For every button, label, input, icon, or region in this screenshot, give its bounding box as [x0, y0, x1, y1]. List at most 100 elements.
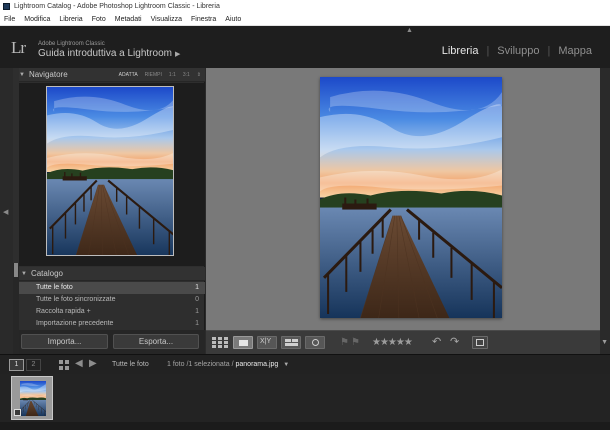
window-title: Lightroom Catalog - Adobe Photoshop Ligh… — [14, 3, 220, 10]
lightroom-app-icon — [3, 3, 10, 10]
catalog-list: Tutte le foto 1 Tutte le foto sincronizz… — [19, 282, 205, 330]
navigator-photo — [46, 86, 174, 256]
navigator-title: Navigatore — [28, 70, 68, 79]
import-button[interactable]: Importa... — [21, 334, 108, 349]
catalog-item-label: Raccolta rapida + — [36, 308, 91, 315]
rotate-left-icon[interactable]: ↶ — [432, 336, 441, 349]
left-panel: ▼ Navigatore ADATTA RIEMPI 1:1 3:1 ⇕ ▼ C… — [13, 68, 205, 354]
catalog-item-previous-import[interactable]: Importazione precedente 1 — [19, 318, 205, 330]
main-window-button[interactable]: 1 — [9, 359, 24, 371]
compare-view-icon: X|Y — [260, 338, 272, 345]
menu-bar: File Modifica Libreria Foto Metadati Vis… — [0, 13, 610, 26]
window-titlebar: Lightroom Catalog - Adobe Photoshop Ligh… — [0, 0, 610, 13]
menu-visualizza[interactable]: Visualizza — [151, 13, 182, 25]
navigator-collapse-icon: ▼ — [19, 71, 25, 78]
left-panel-edge[interactable]: ◀ — [0, 68, 13, 354]
catalog-name-text: Guida introduttiva a Lightroom — [38, 48, 172, 59]
zoom-more-icon[interactable]: ⇕ — [197, 72, 201, 78]
pier-photo-preview — [47, 87, 173, 255]
people-view-icon — [312, 339, 319, 346]
module-develop[interactable]: Sviluppo — [497, 45, 539, 57]
filmstrip-source[interactable]: Tutte le foto — [112, 361, 149, 368]
navigator-header[interactable]: ▼ Navigatore ADATTA RIEMPI 1:1 3:1 ⇕ — [19, 68, 205, 82]
filmstrip-thumbnail[interactable] — [11, 376, 53, 420]
grid-mode-icon[interactable] — [59, 360, 69, 370]
zoom-3-1[interactable]: 3:1 — [183, 72, 190, 78]
menu-metadati[interactable]: Metadati — [115, 13, 142, 25]
lightroom-window: Lightroom Catalog - Adobe Photoshop Ligh… — [0, 0, 610, 430]
bottom-edge — [0, 422, 610, 430]
filename-menu-icon[interactable]: ▼ — [283, 362, 289, 368]
secondary-window-button[interactable]: 2 — [26, 359, 41, 371]
catalog-title: Catalogo — [30, 269, 63, 278]
menu-file[interactable]: File — [4, 13, 15, 25]
crop-overlay-button[interactable] — [472, 336, 488, 349]
product-name: Adobe Lightroom Classic — [38, 41, 105, 47]
catalog-item-count: 1 — [195, 308, 199, 315]
library-toolbar: X|Y ⚑ ⚑ ★★★★★ ↶ ↷ ▼ — [206, 330, 608, 354]
lightroom-logo: Lr — [11, 38, 26, 57]
loupe-view-icon — [239, 340, 248, 346]
catalog-menu-icon: ▶ — [174, 51, 181, 58]
catalog-header[interactable]: ▼ Catalogo — [19, 267, 205, 281]
navigator-zoom-options: ADATTA RIEMPI 1:1 3:1 ⇕ — [112, 72, 201, 78]
menu-finestra[interactable]: Finestra — [191, 13, 216, 25]
loupe-view[interactable] — [206, 68, 600, 330]
menu-aiuto[interactable]: Aiuto — [225, 13, 241, 25]
forward-arrow-icon[interactable]: ▶ — [89, 358, 97, 369]
flag-pick-icon[interactable]: ⚑ — [340, 336, 349, 349]
back-arrow-icon[interactable]: ◀ — [75, 358, 83, 369]
main-photo[interactable] — [320, 77, 502, 318]
catalog-item-synced-photos[interactable]: Tutte le foto sincronizzate 0 — [19, 294, 205, 306]
filmstrip-info: 1 foto /1 selezionata / panorama.jpg ▼ — [167, 361, 289, 368]
catalog-name[interactable]: Guida introduttiva a Lightroom ▶ — [38, 48, 180, 59]
menu-foto[interactable]: Foto — [92, 13, 106, 25]
rotate-right-icon[interactable]: ↷ — [450, 336, 459, 349]
navigator-preview[interactable] — [19, 83, 205, 266]
catalog-item-label: Tutte le foto sincronizzate — [36, 296, 116, 303]
catalog-item-label: Tutte le foto — [36, 284, 73, 291]
thumbnail-image — [20, 381, 46, 416]
zoom-fill[interactable]: RIEMPI — [145, 72, 162, 78]
filmstrip-header: 1 2 ◀ ▶ Tutte le foto 1 foto /1 selezion… — [0, 354, 610, 374]
zoom-1-1[interactable]: 1:1 — [169, 72, 176, 78]
catalog-item-count: 0 — [195, 296, 199, 303]
selection-count: 1 foto /1 selezionata / — [167, 361, 234, 368]
thumbnail-badge-icon — [14, 409, 21, 416]
survey-view-button[interactable] — [281, 336, 301, 349]
zoom-fit[interactable]: ADATTA — [119, 72, 138, 78]
survey-view-icon-part — [285, 343, 298, 346]
catalog-item-all-photos[interactable]: Tutte le foto 1 — [19, 282, 205, 294]
menu-modifica[interactable]: Modifica — [24, 13, 50, 25]
toolbar-options-icon[interactable]: ▼ — [601, 339, 608, 346]
menu-libreria[interactable]: Libreria — [59, 13, 82, 25]
catalog-item-count: 1 — [195, 320, 199, 327]
catalog-item-quick-collection[interactable]: Raccolta rapida + 1 — [19, 306, 205, 318]
module-separator: | — [547, 45, 551, 57]
scrollbar-thumb[interactable] — [14, 263, 18, 277]
survey-view-icon — [285, 339, 291, 342]
grid-view-icon[interactable] — [212, 337, 228, 348]
module-map[interactable]: Mappa — [558, 45, 592, 57]
people-view-button[interactable] — [305, 336, 325, 349]
pier-thumbnail — [20, 381, 46, 416]
filmstrip[interactable] — [0, 374, 610, 422]
module-separator: | — [486, 45, 490, 57]
pier-photo — [320, 77, 502, 318]
selected-filename[interactable]: panorama.jpg — [236, 361, 279, 368]
catalog-collapse-icon: ▼ — [21, 270, 27, 277]
catalog-item-count: 1 — [195, 284, 199, 291]
collapse-left-panel-icon[interactable]: ◀ — [3, 208, 8, 216]
catalog-item-label: Importazione precedente — [36, 320, 114, 327]
module-library[interactable]: Libreria — [442, 45, 479, 57]
flag-reject-icon[interactable]: ⚑ — [351, 336, 360, 349]
compare-view-button[interactable]: X|Y — [257, 336, 277, 349]
survey-view-icon-part — [292, 339, 298, 342]
loupe-view-button[interactable] — [233, 336, 253, 349]
right-panel-edge[interactable] — [600, 68, 610, 354]
crop-icon — [476, 339, 484, 346]
rating-stars[interactable]: ★★★★★ — [372, 337, 413, 348]
collapse-top-panel-icon[interactable]: ▲ — [406, 27, 413, 34]
identity-plate: ▲ Lr Adobe Lightroom Classic Guida intro… — [0, 26, 610, 68]
export-button[interactable]: Esporta... — [113, 334, 199, 349]
